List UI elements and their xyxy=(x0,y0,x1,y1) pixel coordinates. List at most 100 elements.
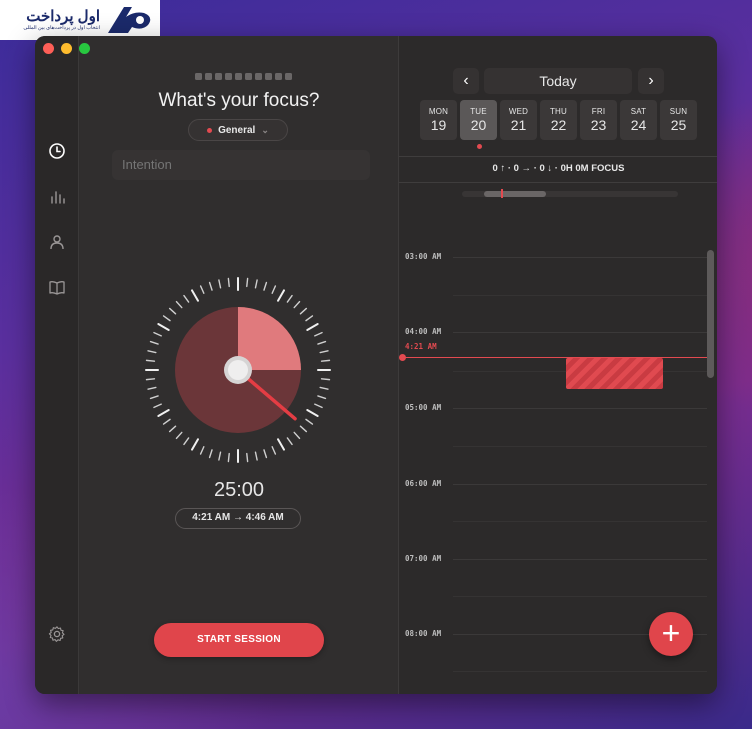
dial-tick xyxy=(305,418,314,425)
session-dot xyxy=(225,73,232,80)
day-date: 22 xyxy=(550,117,567,133)
dial-tick xyxy=(293,431,301,440)
tag-dropdown[interactable]: General ⌄ xyxy=(188,119,288,141)
day-sun[interactable]: SUN 25 xyxy=(660,100,697,140)
focus-panel: What's your focus? General ⌄ 25:00 4:21 … xyxy=(80,36,398,694)
hour-line xyxy=(453,332,707,333)
divider xyxy=(399,156,717,157)
day-date: 21 xyxy=(510,117,527,133)
hour-row: 06:00 AM xyxy=(399,477,707,491)
dial-tick xyxy=(168,307,177,315)
half-hour-line xyxy=(453,671,707,672)
hour-line xyxy=(453,408,707,409)
dial-tick xyxy=(317,340,327,345)
dial-tick xyxy=(175,431,183,440)
day-name: SUN xyxy=(669,107,688,116)
person-icon[interactable] xyxy=(46,231,68,253)
brand-subtitle: انتخاب اول در پرداخت‌های بین المللی xyxy=(23,24,100,31)
dial-tick xyxy=(314,331,323,337)
dial-tick xyxy=(305,315,314,322)
dial-tick xyxy=(254,451,258,461)
dial-tick xyxy=(208,281,213,291)
dial-tick xyxy=(286,437,293,446)
dial-tick xyxy=(317,395,327,400)
half-hour-line xyxy=(453,446,707,447)
hour-label: 03:00 AM xyxy=(405,252,442,261)
session-range: 4:21 AM → 4:46 AM xyxy=(175,508,301,529)
now-marker xyxy=(501,189,503,198)
dial-tick xyxy=(175,300,183,309)
day-name: SAT xyxy=(630,107,647,116)
dial-tick xyxy=(246,452,249,463)
session-dots xyxy=(195,73,292,80)
dial-tick xyxy=(183,294,190,303)
zoom-window-button[interactable] xyxy=(79,43,90,54)
dial-tick xyxy=(263,449,268,459)
dial-tick xyxy=(191,289,199,302)
day-thu[interactable]: THU 22 xyxy=(540,100,577,140)
vertical-scroll-thumb[interactable] xyxy=(707,250,714,378)
now-dot xyxy=(399,354,406,361)
brand-watermark: اول پرداخت انتخاب اول در پرداخت‌های بین … xyxy=(0,0,160,40)
dial-tick xyxy=(271,285,277,294)
calendar-panel: ‹ Today › MON 19 TUE 20 WED 21 THU 22 FRI 23 … xyxy=(398,36,717,694)
dial-tick xyxy=(157,323,170,331)
dial-tick xyxy=(199,446,205,455)
divider xyxy=(399,182,717,183)
dial-tick xyxy=(153,403,162,409)
dial-knob-center xyxy=(228,360,248,380)
focus-title: What's your focus? xyxy=(158,90,320,111)
dial-tick xyxy=(263,281,268,291)
gear-icon[interactable] xyxy=(46,623,68,645)
day-date: 20 xyxy=(470,117,487,133)
half-hour-line xyxy=(453,295,707,296)
session-dot xyxy=(205,73,212,80)
planned-session-block[interactable] xyxy=(566,358,663,389)
dial-tick xyxy=(227,452,230,463)
book-icon[interactable] xyxy=(46,276,68,298)
day-wed[interactable]: WED 21 xyxy=(500,100,537,140)
day-mon[interactable]: MON 19 xyxy=(420,100,457,140)
close-window-button[interactable] xyxy=(43,43,54,54)
dial-tick xyxy=(145,378,156,381)
clock-icon[interactable] xyxy=(46,140,68,162)
day-tue[interactable]: TUE 20 xyxy=(460,100,497,140)
brand-logo xyxy=(108,7,151,33)
chevron-right-icon[interactable]: › xyxy=(638,68,664,94)
dial-tick xyxy=(320,378,331,381)
day-fri[interactable]: FRI 23 xyxy=(580,100,617,140)
window-controls xyxy=(43,43,90,54)
dial-tick xyxy=(299,307,308,315)
dial-tick xyxy=(320,359,331,362)
start-session-button[interactable]: START SESSION xyxy=(154,623,324,657)
minimize-window-button[interactable] xyxy=(61,43,72,54)
chevron-down-icon: ⌄ xyxy=(261,124,269,135)
dial-tick xyxy=(157,409,170,417)
hour-label: 06:00 AM xyxy=(405,479,442,488)
half-hour-line xyxy=(453,596,707,597)
sidebar xyxy=(35,36,79,694)
chart-icon[interactable] xyxy=(46,186,68,208)
dial-tick xyxy=(271,446,277,455)
dial-tick xyxy=(218,279,222,289)
horizontal-scroll-thumb[interactable] xyxy=(484,191,546,197)
chevron-left-icon[interactable]: ‹ xyxy=(453,68,479,94)
day-sat[interactable]: SAT 24 xyxy=(620,100,657,140)
dial-tick xyxy=(254,279,258,289)
hour-line xyxy=(453,257,707,258)
today-button[interactable]: Today xyxy=(484,68,632,94)
dial-tick xyxy=(191,438,199,451)
tag-label: General xyxy=(218,124,256,136)
add-session-button[interactable]: + xyxy=(649,612,693,656)
hour-label: 05:00 AM xyxy=(405,403,442,412)
intention-input[interactable] xyxy=(112,150,370,180)
hour-row: 03:00 AM xyxy=(399,250,707,264)
day-name: WED xyxy=(508,107,529,116)
now-time-label: 4:21 AM xyxy=(405,342,437,351)
dial-tick xyxy=(306,323,319,331)
dial-tick xyxy=(168,425,177,433)
dial-tick xyxy=(208,449,213,459)
timer-dial[interactable] xyxy=(140,272,336,468)
day-date: 19 xyxy=(430,117,447,133)
session-dot xyxy=(255,73,262,80)
